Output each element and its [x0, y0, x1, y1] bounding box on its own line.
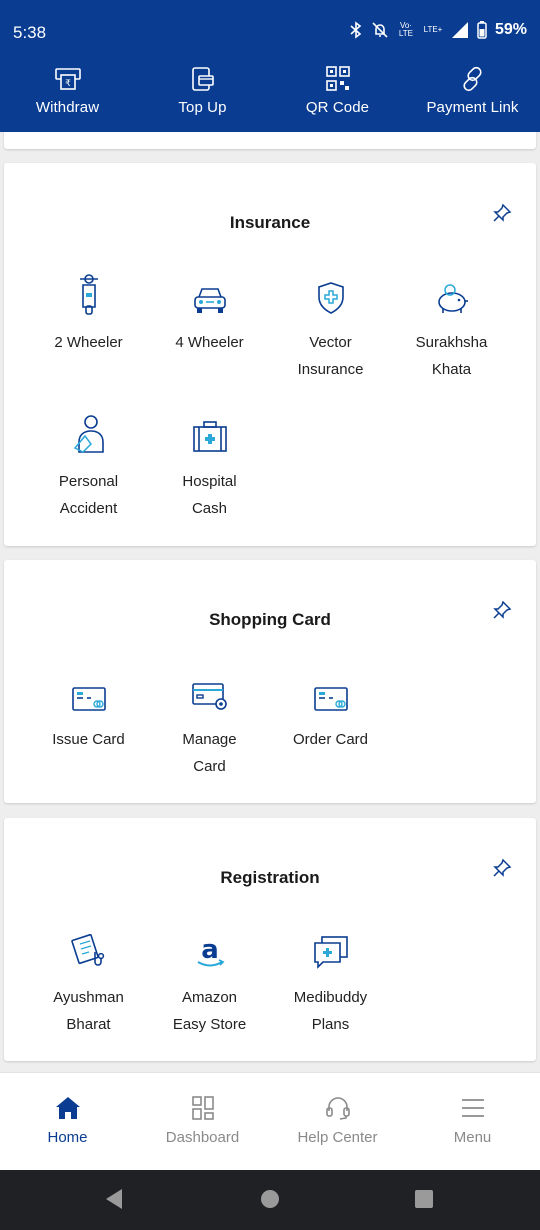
injured-person-icon — [73, 415, 104, 453]
battery-percent: 59% — [494, 21, 527, 38]
piggy-bank-icon — [437, 284, 468, 313]
status-icons: Vo· LTE LTE+ 59% — [349, 21, 527, 39]
tile-medibuddy-plans[interactable]: Medibuddy Plans — [270, 926, 391, 1038]
tile-4-wheeler-label: 4 Wheeler — [175, 334, 244, 351]
tile-ayushman-bharat[interactable]: Ayushman Bharat — [28, 926, 149, 1038]
top-up-label: Top Up — [178, 99, 227, 116]
tile-vector-insurance[interactable]: Vector Insurance — [270, 271, 391, 383]
tile-4-wheeler[interactable]: 4 Wheeler — [149, 271, 270, 356]
tile-issue-card-label: Issue Card — [52, 731, 125, 748]
qr-code-icon — [325, 66, 350, 91]
mute-bell-icon — [372, 22, 388, 38]
payment-link-label: Payment Link — [426, 99, 519, 116]
pin-icon[interactable] — [492, 600, 512, 620]
tile-hospital-cash[interactable]: Hospital Cash — [149, 410, 270, 522]
svg-text:₹: ₹ — [65, 79, 71, 89]
tile-manage-card-label: Manage Card — [182, 731, 237, 775]
insurance-title: Insurance — [229, 213, 311, 232]
tile-amazon-easy-store-label: Amazon Easy Store — [172, 989, 247, 1033]
registration-title: Registration — [220, 868, 320, 887]
tile-ayushman-bharat-label: Ayushman Bharat — [53, 989, 124, 1033]
recents-icon[interactable] — [414, 1188, 434, 1210]
qr-code-label: QR Code — [305, 99, 370, 116]
top-up-icon — [191, 67, 214, 91]
headset-icon — [325, 1097, 350, 1120]
withdraw-icon: ₹ — [54, 68, 81, 90]
previous-card — [4, 132, 536, 149]
health-form-icon — [70, 934, 104, 966]
withdraw-label: Withdraw — [35, 99, 100, 116]
card-settings-icon — [191, 683, 227, 710]
svg-text:a: a — [201, 936, 219, 965]
tile-order-card[interactable]: Order Card — [270, 668, 391, 753]
tile-personal-accident-label: Personal Accident — [58, 473, 119, 517]
main-scroll-area[interactable]: Insurance 2 Wheeler 4 Wheeler Vector Ins… — [0, 132, 540, 1072]
tile-2-wheeler[interactable]: 2 Wheeler — [28, 271, 149, 356]
amazon-icon: a — [196, 936, 225, 967]
link-icon — [462, 66, 482, 92]
card-order-icon — [313, 687, 348, 711]
back-icon[interactable] — [104, 1188, 124, 1210]
nav-home-label: Home — [47, 1129, 88, 1146]
scooter-icon — [79, 274, 98, 315]
shopping-card-section: Shopping Card Issue Card Manage Card Ord… — [4, 560, 536, 803]
nav-menu-label: Menu — [453, 1129, 492, 1146]
volte-indicator: Vo· LTE — [398, 21, 413, 38]
home-icon — [55, 1097, 80, 1119]
nav-dashboard-label: Dashboard — [165, 1129, 240, 1146]
tile-surakhsha-khata-label: Surakhsha Khata — [415, 334, 488, 378]
bottom-navigation: Home Dashboard Help Center Menu — [0, 1072, 540, 1170]
tile-manage-card[interactable]: Manage Card — [149, 668, 270, 780]
pin-icon[interactable] — [492, 203, 512, 223]
tile-issue-card[interactable]: Issue Card — [28, 668, 149, 753]
card-icon — [71, 687, 106, 711]
nav-home[interactable]: Home — [0, 1073, 135, 1170]
tile-vector-insurance-label: Vector Insurance — [297, 334, 364, 378]
pin-icon[interactable] — [492, 858, 512, 878]
tile-surakhsha-khata[interactable]: Surakhsha Khata — [391, 271, 512, 383]
status-bar: 5:38 Vo· LTE LTE+ 59% — [0, 0, 540, 62]
shopping-card-title: Shopping Card — [209, 610, 331, 629]
menu-icon — [461, 1099, 484, 1117]
tile-2-wheeler-label: 2 Wheeler — [54, 334, 123, 351]
system-navigation-bar — [0, 1170, 540, 1230]
medical-kit-icon — [192, 421, 227, 452]
home-circle-icon[interactable] — [260, 1188, 280, 1210]
quick-actions-bar: ₹ Withdraw Top Up QR Code Payment Link — [0, 62, 540, 132]
signal-icon — [451, 22, 468, 38]
insurance-card: Insurance 2 Wheeler 4 Wheeler Vector Ins… — [4, 163, 536, 546]
bluetooth-icon — [350, 21, 362, 39]
car-icon — [193, 288, 226, 313]
shield-plus-icon — [317, 282, 344, 314]
tile-hospital-cash-label: Hospital Cash — [182, 473, 237, 517]
nav-dashboard[interactable]: Dashboard — [135, 1073, 270, 1170]
withdraw-button[interactable]: ₹ Withdraw — [0, 62, 135, 132]
battery-icon — [477, 21, 487, 39]
top-up-button[interactable]: Top Up — [135, 62, 270, 132]
tile-medibuddy-plans-label: Medibuddy Plans — [293, 989, 368, 1033]
dashboard-icon — [191, 1096, 214, 1120]
nav-menu[interactable]: Menu — [405, 1073, 540, 1170]
network-type: LTE+ — [423, 25, 443, 34]
tile-personal-accident[interactable]: Personal Accident — [28, 410, 149, 522]
tile-amazon-easy-store[interactable]: a Amazon Easy Store — [149, 926, 270, 1038]
payment-link-button[interactable]: Payment Link — [405, 62, 540, 132]
status-time: 5:38 — [13, 23, 47, 42]
tile-order-card-label: Order Card — [292, 731, 369, 748]
medical-chat-icon — [313, 936, 348, 969]
nav-help-center-label: Help Center — [297, 1129, 378, 1146]
qr-code-button[interactable]: QR Code — [270, 62, 405, 132]
registration-card: Registration Ayushman Bharat a Amazon Ea… — [4, 818, 536, 1061]
nav-help-center[interactable]: Help Center — [270, 1073, 405, 1170]
